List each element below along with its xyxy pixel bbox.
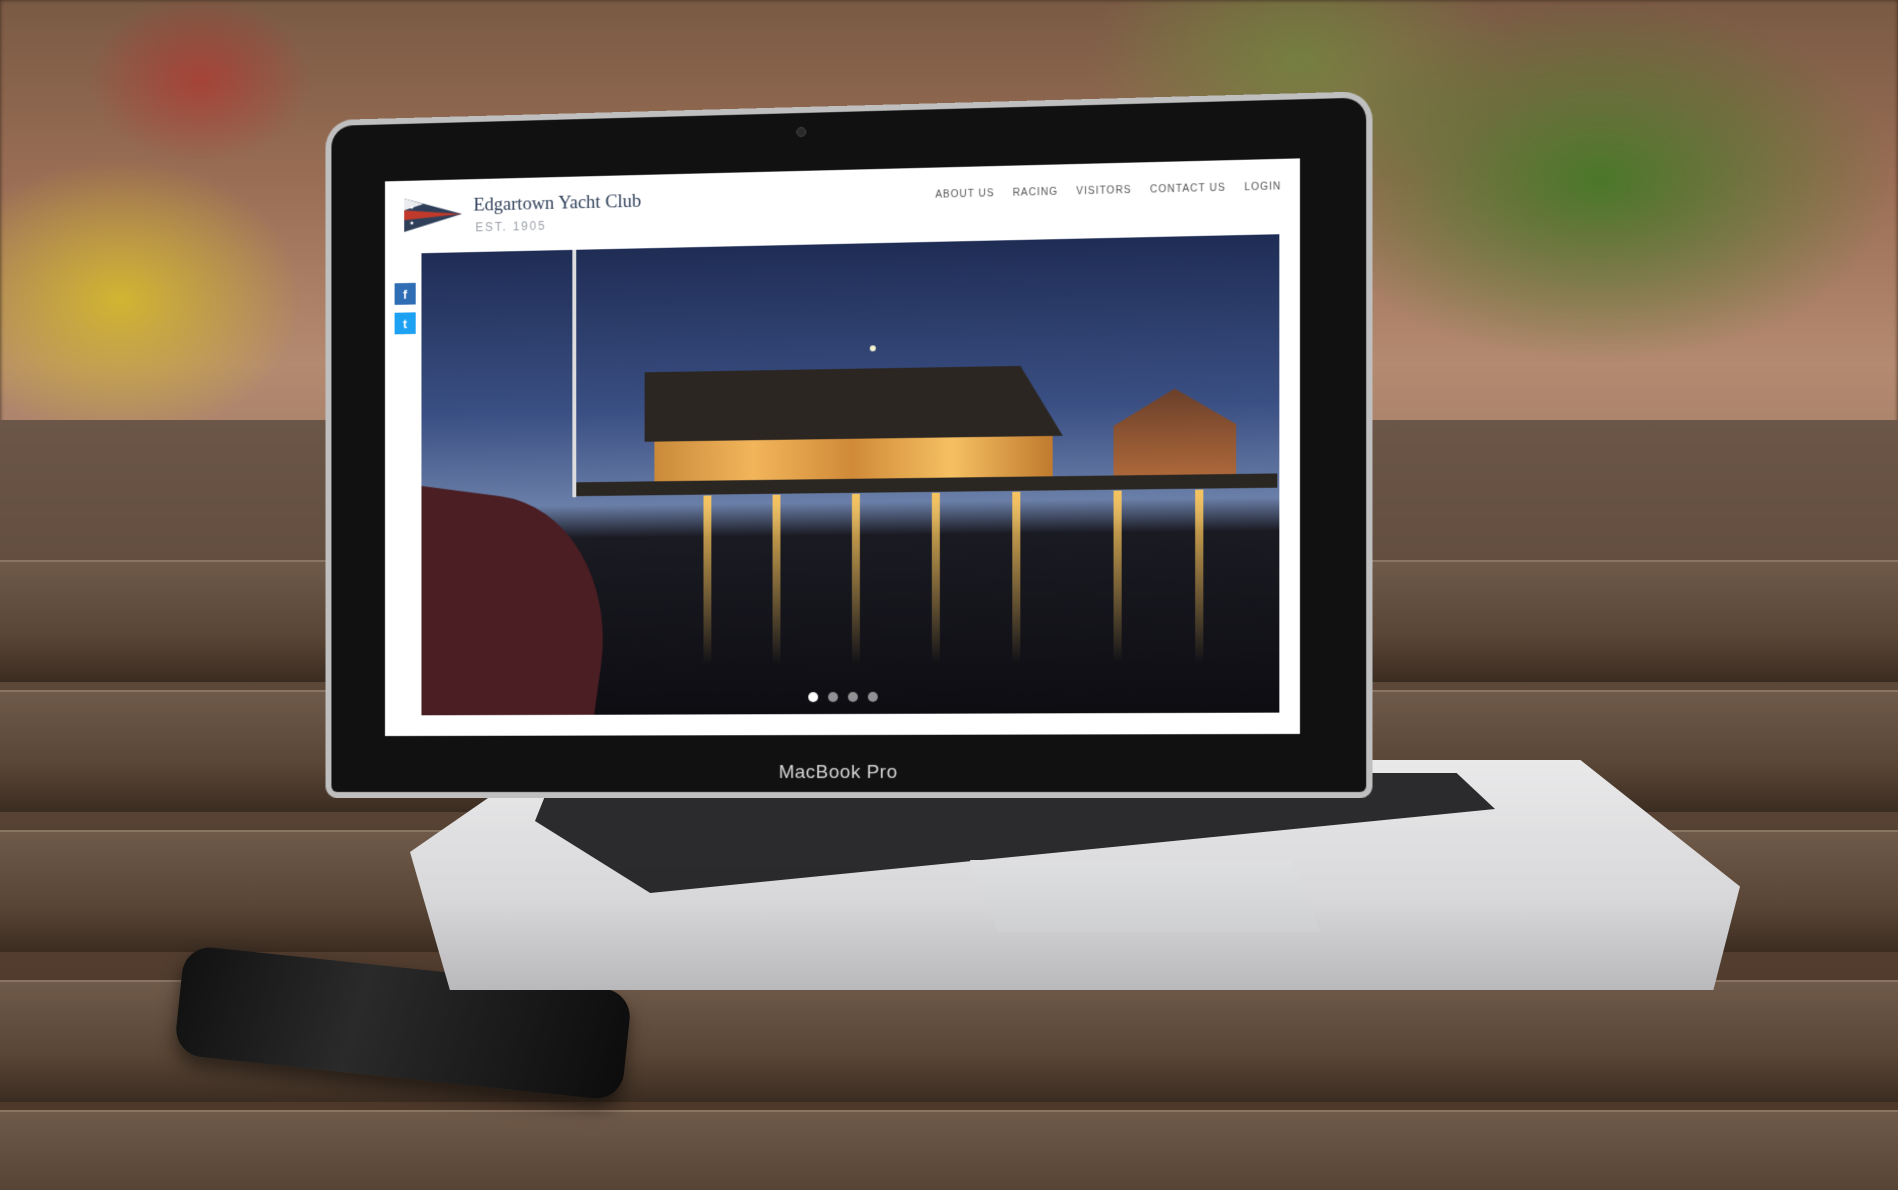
slider-dot[interactable] (828, 692, 838, 703)
facebook-icon[interactable]: f (394, 282, 416, 305)
laptop-screen: Edgartown Yacht Club EST. 1905 ABOUT US … (384, 158, 1300, 737)
nav-contact-us[interactable]: CONTACT US (1150, 183, 1226, 196)
photo-scene: Edgartown Yacht Club EST. 1905 ABOUT US … (0, 0, 1898, 1190)
light-reflection (703, 495, 712, 665)
main-nav: ABOUT US RACING VISITORS CONTACT US LOGI… (935, 181, 1281, 200)
table-plank (0, 1110, 1898, 1190)
moon (869, 345, 876, 352)
laptop-trackpad (970, 860, 1320, 932)
slider-dot[interactable] (867, 691, 878, 702)
twitter-icon[interactable]: t (394, 312, 416, 335)
burgee-flag-icon[interactable] (404, 197, 462, 232)
clubhouse-building (645, 365, 1063, 491)
nav-racing[interactable]: RACING (1013, 187, 1058, 199)
device-label: MacBook Pro (778, 761, 898, 784)
light-reflection (1012, 491, 1021, 664)
light-reflection (931, 492, 940, 664)
brand-name[interactable]: Edgartown Yacht Club (473, 191, 641, 217)
harbor-house (1114, 388, 1237, 481)
slider-dot[interactable] (808, 692, 819, 703)
nav-login[interactable]: LOGIN (1244, 181, 1281, 193)
light-reflection (851, 493, 860, 664)
boat-hull (421, 485, 623, 716)
light-reflection (772, 494, 781, 665)
light-reflection (1113, 490, 1122, 663)
ship-mast (572, 249, 577, 498)
hero-slideshow (421, 234, 1280, 716)
brand-established: EST. 1905 (475, 218, 547, 235)
nav-visitors[interactable]: VISITORS (1076, 185, 1131, 197)
slider-dot[interactable] (847, 691, 858, 702)
social-links: f t (394, 282, 416, 342)
light-reflection (1195, 489, 1204, 663)
laptop-lid: Edgartown Yacht Club EST. 1905 ABOUT US … (331, 97, 1367, 792)
webcam-icon (796, 126, 807, 138)
slider-pagination (421, 690, 1279, 703)
nav-about-us[interactable]: ABOUT US (935, 188, 994, 200)
